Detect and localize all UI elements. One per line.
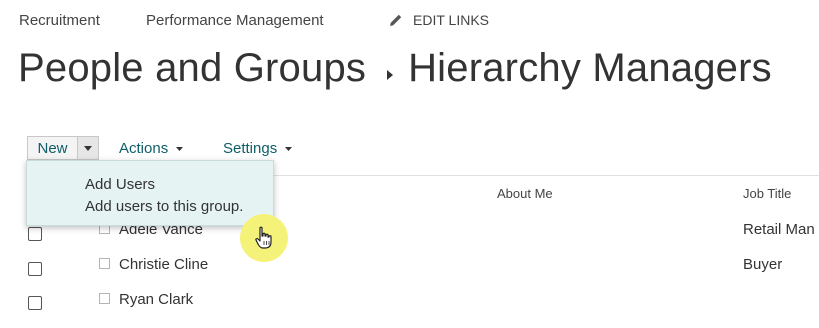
row-select-box[interactable] — [99, 293, 110, 304]
header-divider — [274, 175, 819, 176]
edit-links-button[interactable]: EDIT LINKS — [389, 12, 489, 28]
chevron-right-icon — [386, 46, 394, 91]
row-name[interactable]: Ryan Clark — [119, 291, 193, 308]
add-users-menu-item[interactable]: Add Users — [85, 176, 155, 193]
column-header-about-me[interactable]: About Me — [497, 186, 553, 201]
row-name[interactable]: Christie Cline — [119, 256, 208, 273]
breadcrumb-current: Hierarchy Managers — [408, 45, 772, 90]
actions-menu[interactable]: Actions — [119, 140, 184, 157]
table-row: Christie Cline Buyer — [0, 252, 819, 286]
caret-down-icon — [84, 145, 92, 151]
hand-pointer-icon — [255, 226, 272, 249]
new-split-button: New — [27, 136, 99, 160]
actions-label: Actions — [119, 140, 169, 157]
nav-link-performance-management[interactable]: Performance Management — [146, 12, 324, 29]
page-title: People and Groups Hierarchy Managers — [18, 40, 772, 96]
new-button[interactable]: New — [28, 137, 77, 159]
table-row: Ryan Clark — [0, 287, 819, 321]
new-dropdown-toggle[interactable] — [77, 137, 98, 159]
column-header-job-title[interactable]: Job Title — [743, 186, 791, 201]
pencil-icon — [390, 14, 402, 26]
settings-menu[interactable]: Settings — [223, 140, 293, 157]
caret-down-icon — [285, 146, 293, 151]
settings-label: Settings — [223, 140, 278, 157]
nav-link-recruitment[interactable]: Recruitment — [19, 12, 100, 29]
row-checkbox[interactable] — [28, 227, 42, 241]
edit-links-label: EDIT LINKS — [413, 12, 489, 28]
breadcrumb-parent[interactable]: People and Groups — [18, 46, 366, 91]
new-dropdown-menu[interactable]: Add Users Add users to this group. — [26, 160, 274, 226]
row-checkbox[interactable] — [28, 296, 42, 310]
row-job-title: Buyer — [743, 256, 783, 273]
top-nav: Recruitment Performance Management EDIT … — [0, 0, 819, 40]
add-users-description: Add users to this group. — [85, 198, 244, 215]
row-select-box[interactable] — [99, 258, 110, 269]
row-checkbox[interactable] — [28, 262, 42, 276]
caret-down-icon — [176, 146, 184, 151]
row-job-title: Retail Man — [743, 221, 815, 238]
